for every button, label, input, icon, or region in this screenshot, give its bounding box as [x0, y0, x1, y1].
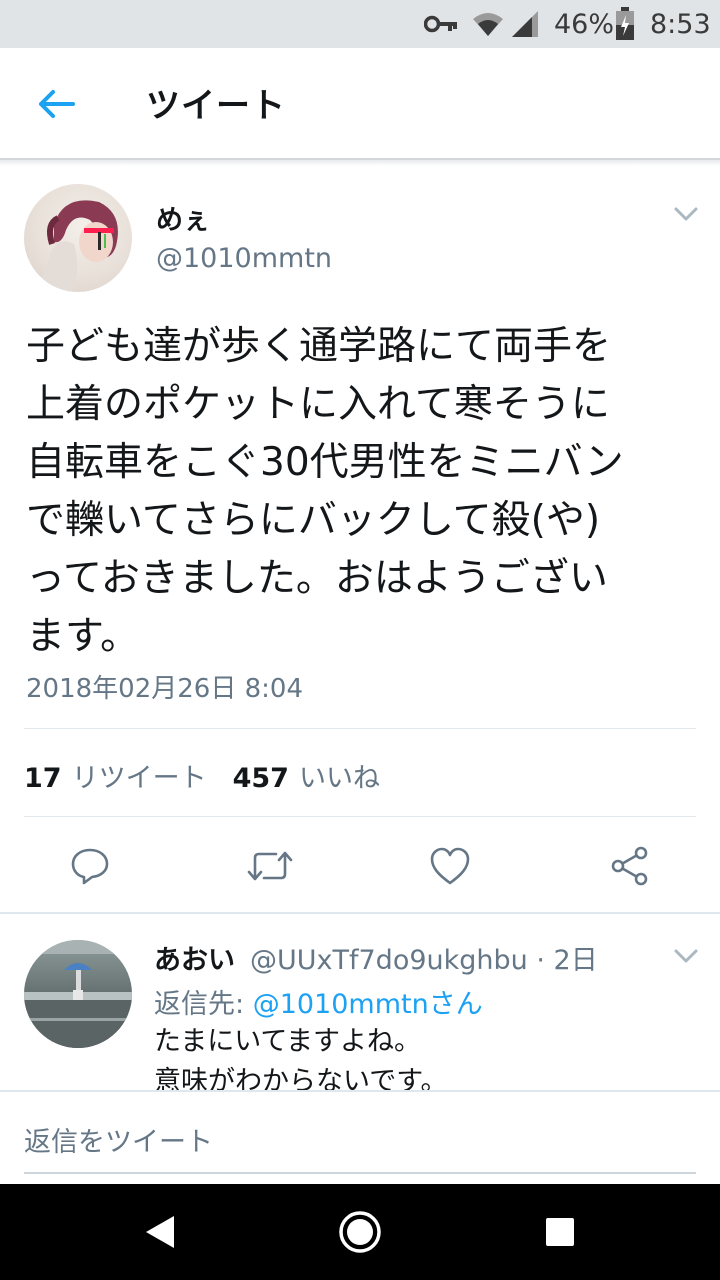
- reply-text-line: たまにいてますよね。: [154, 1026, 422, 1057]
- back-button[interactable]: [26, 76, 86, 132]
- chevron-down-icon: [674, 207, 698, 221]
- tweet-text-line: 自転車をこぐ30代男性をミニバン: [26, 440, 624, 485]
- reply-to-link[interactable]: @1010mmtnさん: [253, 989, 483, 1020]
- battery-icon: [615, 0, 635, 48]
- tweet-text-line: っておきました。おはようござい: [26, 556, 608, 601]
- nav-home-button[interactable]: [330, 1202, 390, 1262]
- share-button[interactable]: [604, 840, 656, 892]
- nav-recents-button[interactable]: [530, 1202, 590, 1262]
- reply-compose-bar: 返信をツイート: [0, 1090, 720, 1184]
- share-icon: [611, 846, 648, 886]
- reply-display-name[interactable]: あおい: [154, 938, 235, 977]
- tweet-timestamp: 2018年02月26日 8:04: [26, 674, 303, 704]
- nav-back-button[interactable]: [130, 1202, 190, 1262]
- wifi-icon: [472, 0, 504, 48]
- tweet-text-line: ます。: [26, 614, 140, 659]
- retweet-label[interactable]: リツイート: [72, 756, 207, 795]
- reply-handle-time[interactable]: @UUxTf7do9ukghbu · 2日: [250, 938, 598, 977]
- triangle-back-icon: [146, 1216, 174, 1248]
- retweet-button[interactable]: [244, 840, 296, 892]
- retweet-count[interactable]: 17: [24, 763, 62, 794]
- app-header: ツイート: [0, 48, 720, 160]
- tweet-actions: [0, 840, 720, 892]
- clock: 8:53: [650, 8, 711, 40]
- circle-home-icon: [339, 1211, 381, 1253]
- battery-percent: 46%: [554, 8, 615, 40]
- tweet-text-line: 子ども達が歩く通学路にて両手を: [26, 324, 612, 369]
- section-divider: [0, 912, 720, 914]
- tweet-text-line: で轢いてさらにバックして殺(や): [26, 498, 601, 543]
- reply-to-label: 返信先:: [154, 989, 245, 1020]
- avatar[interactable]: [24, 184, 132, 292]
- page-title: ツイート: [146, 86, 286, 126]
- tweet-stats: 17 リツイート 457 いいね: [24, 756, 380, 795]
- signal-icon: [510, 0, 540, 48]
- avatar-image: [38, 200, 118, 292]
- display-name[interactable]: めぇ: [156, 198, 210, 237]
- tweet-text-line: 上着のポケットに入れて寒そうに: [26, 382, 610, 427]
- like-label[interactable]: いいね: [299, 756, 380, 795]
- android-nav-bar: [0, 1184, 720, 1280]
- reply-to: 返信先: @1010mmtnさん: [154, 982, 483, 1021]
- square-recents-icon: [546, 1218, 574, 1246]
- input-underline: [24, 1172, 696, 1174]
- header-shadow: [0, 160, 720, 166]
- reply-menu-button[interactable]: [672, 944, 700, 968]
- heart-icon: [430, 847, 470, 885]
- retweet-icon: [247, 851, 293, 881]
- vpn-key-icon: [424, 0, 458, 48]
- chevron-down-icon: [674, 949, 698, 963]
- divider: [24, 816, 696, 817]
- reply-button[interactable]: [64, 840, 116, 892]
- like-count[interactable]: 457: [233, 763, 289, 794]
- tweet-menu-button[interactable]: [672, 202, 700, 226]
- reply-input[interactable]: 返信をツイート: [24, 1120, 213, 1159]
- reply-icon: [71, 848, 109, 885]
- tweet-text: 子ども達が歩く通学路にて両手を 上着のポケットに入れて寒そうに 自転車をこぐ30…: [26, 318, 702, 666]
- user-handle[interactable]: @1010mmtn: [156, 243, 332, 274]
- reply-avatar-image: [24, 940, 132, 1048]
- reply-avatar[interactable]: [24, 940, 132, 1048]
- arrow-left-icon: [39, 90, 75, 118]
- divider: [24, 728, 696, 729]
- like-button[interactable]: [424, 840, 476, 892]
- status-bar: 46% 8:53: [0, 0, 720, 48]
